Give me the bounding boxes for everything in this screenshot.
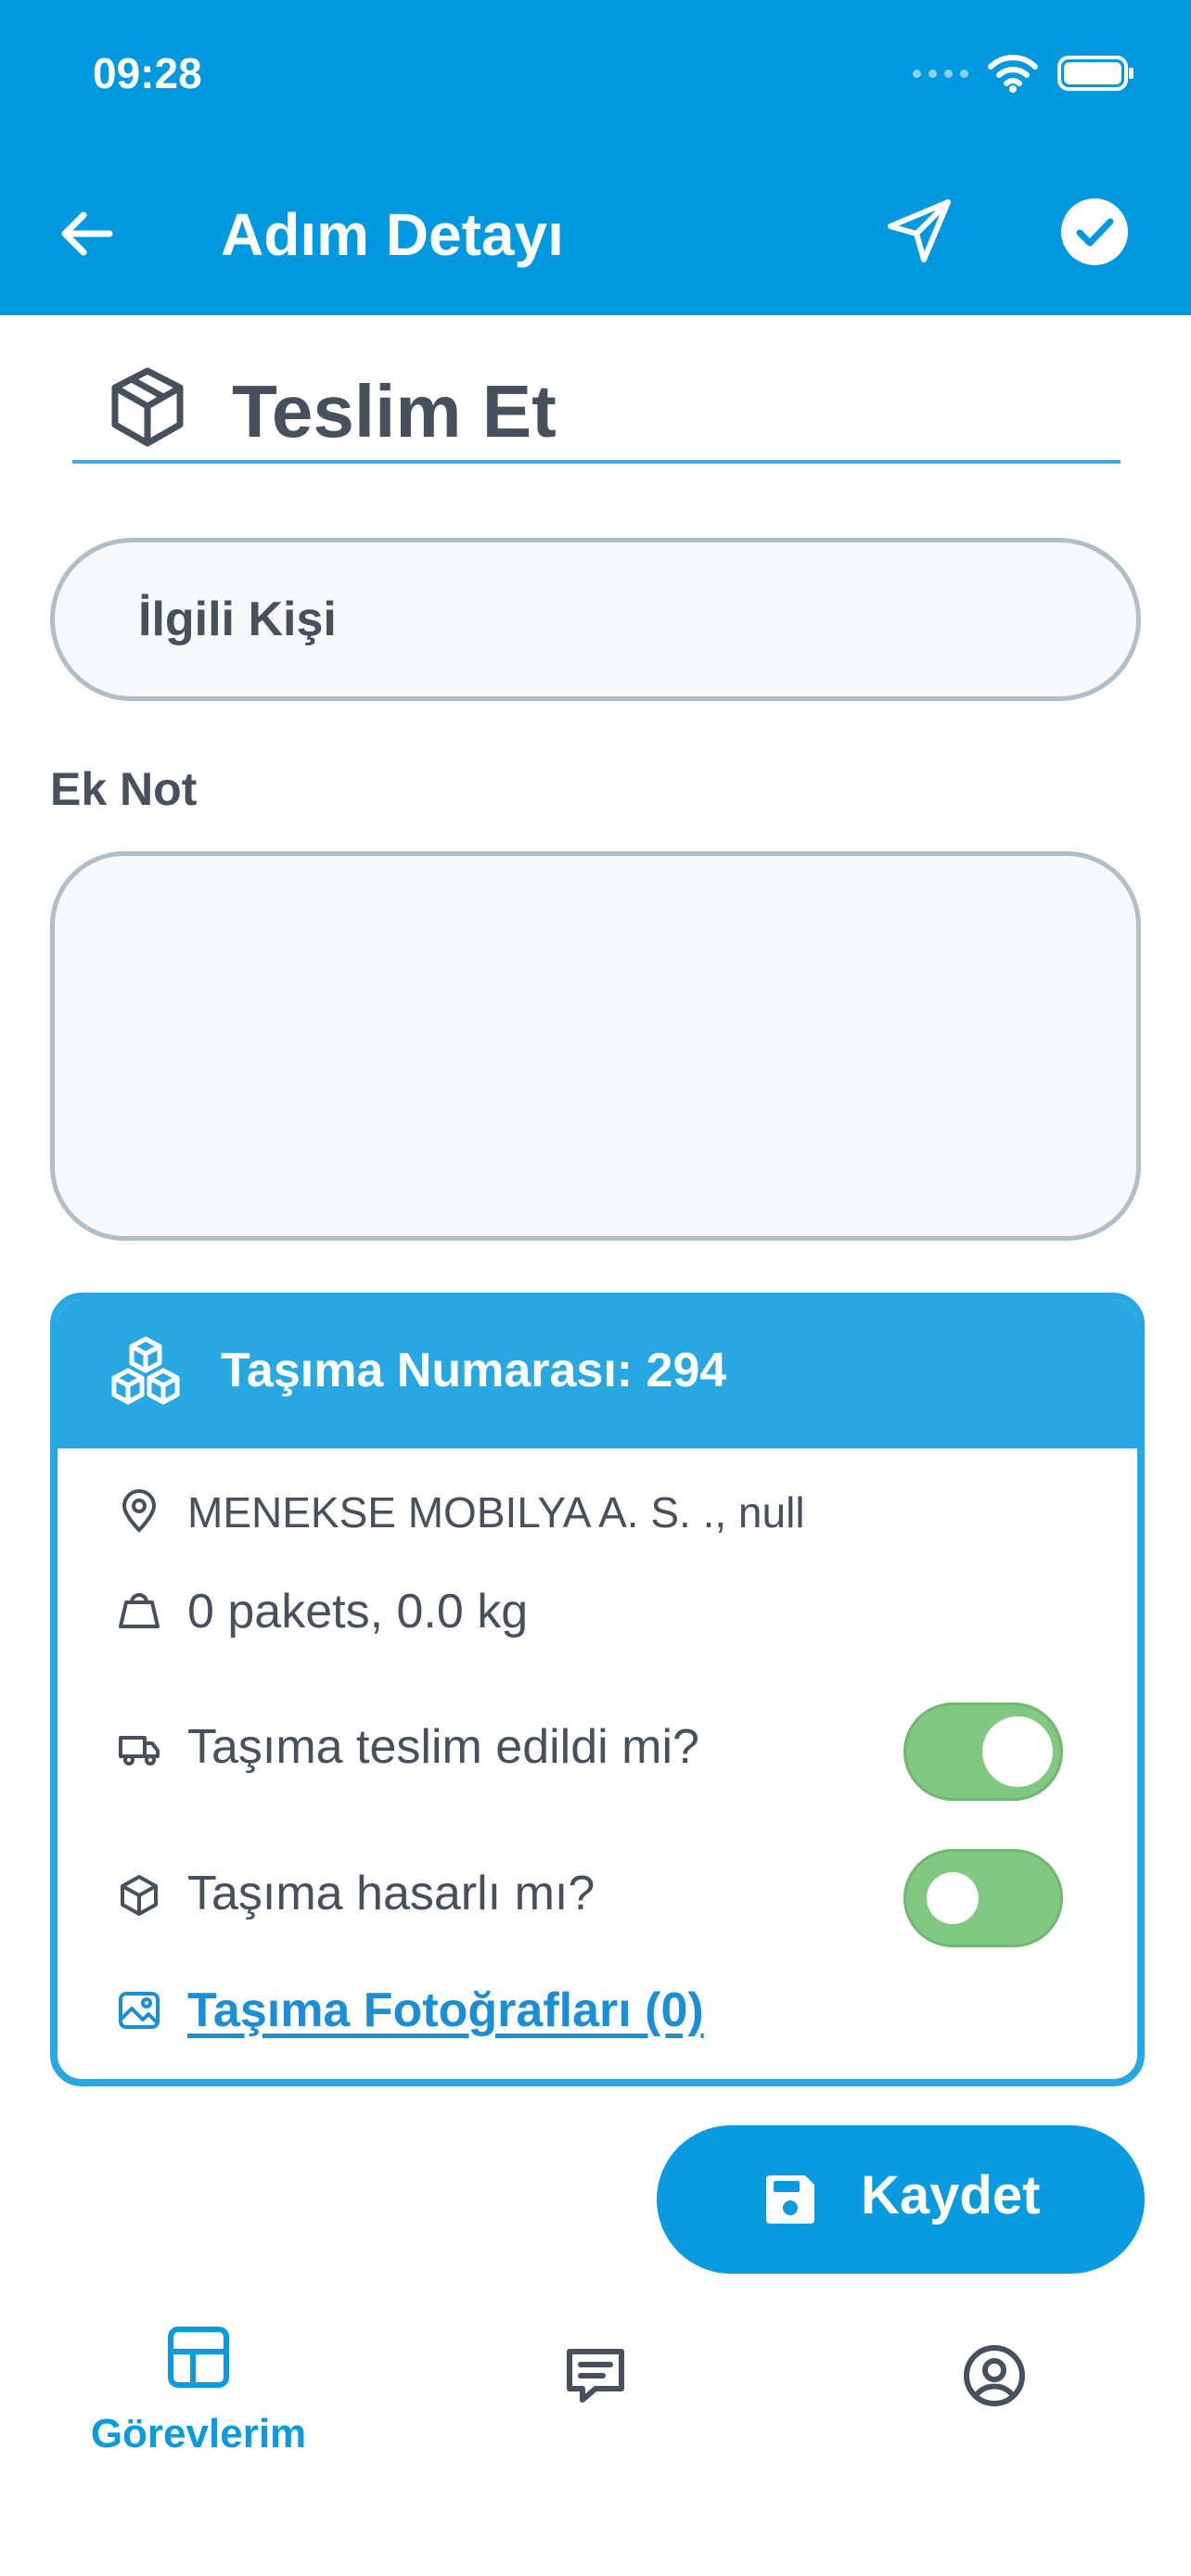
check-circle-icon: [1061, 198, 1128, 265]
transport-card: Taşıma Numarası: 294 MENEKSE MOBILYA A. …: [50, 1293, 1145, 2086]
truck-icon: [119, 1736, 160, 1766]
package-icon: [111, 367, 184, 447]
package-info-text: 0 pakets, 0.0 kg: [187, 1585, 529, 1639]
nav-tab-my-tasks[interactable]: Görevlerim: [59, 2324, 338, 2472]
image-icon: [119, 1992, 160, 2029]
back-button[interactable]: [52, 198, 122, 269]
save-button[interactable]: Kaydet: [657, 2125, 1145, 2274]
damaged-row: Taşıma hasarlı mı?: [58, 1845, 1137, 1947]
damaged-toggle[interactable]: [903, 1849, 1063, 1947]
address-text: MENEKSE MOBILYA A. S. ., null: [187, 1488, 805, 1537]
cube-icon: [121, 1875, 158, 1916]
nav-tab-profile[interactable]: [855, 2324, 1133, 2472]
damaged-question: Taşıma hasarlı mı?: [187, 1867, 596, 1920]
map-pin-icon: [122, 1489, 157, 1533]
battery-icon: [1057, 56, 1133, 91]
chat-icon: [567, 2349, 624, 2403]
floppy-disk-icon: [766, 2175, 814, 2224]
header-nav-row: Adım Detayı: [0, 176, 1191, 287]
package-info-row: 0 pakets, 0.0 kg: [58, 1585, 1137, 1641]
note-textarea[interactable]: [50, 851, 1141, 1241]
nav-tab-label: Görevlerim: [90, 2411, 307, 2456]
delivered-question: Taşıma teslim edildi mi?: [187, 1720, 699, 1774]
delivered-row: Taşıma teslim edildi mi?: [58, 1699, 1137, 1801]
app-header: 09:28 Adım Detayı: [0, 0, 1191, 315]
transport-photos-link[interactable]: Taşıma Fotoğrafları (0): [187, 1983, 704, 2038]
note-label: Ek Not: [50, 763, 198, 815]
cellular-signal-icon: [913, 69, 968, 78]
nav-tab-messages[interactable]: [456, 2324, 735, 2472]
boxes-icon: [111, 1336, 180, 1405]
status-indicators: [913, 54, 1135, 93]
complete-step-button[interactable]: [1057, 195, 1132, 269]
photos-row: Taşıma Fotoğrafları (0): [58, 1979, 1137, 2044]
save-button-label: Kaydet: [861, 2165, 1041, 2225]
step-title-row: Teslim Et: [72, 352, 1121, 464]
profile-icon: [964, 2345, 1025, 2406]
arrow-left-icon: [61, 211, 113, 256]
weight-icon: [119, 1593, 160, 1628]
bottom-nav: Görevlerim: [0, 2285, 1191, 2576]
page-title: Adım Detayı: [221, 201, 564, 268]
grid-icon: [168, 2327, 229, 2388]
contact-person-input[interactable]: İlgili Kişi: [50, 538, 1141, 701]
step-title: Teslim Et: [232, 370, 557, 453]
send-location-button[interactable]: [883, 195, 957, 269]
status-time: 09:28: [93, 49, 202, 97]
wifi-icon: [988, 55, 1038, 93]
delivered-toggle[interactable]: [903, 1702, 1063, 1801]
transport-number: Taşıma Numarası: 294: [221, 1344, 727, 1397]
address-row: MENEKSE MOBILYA A. S. ., null: [58, 1486, 1137, 1541]
navigation-arrow-icon: [888, 199, 951, 262]
transport-card-header: Taşıma Numarası: 294: [58, 1300, 1137, 1448]
